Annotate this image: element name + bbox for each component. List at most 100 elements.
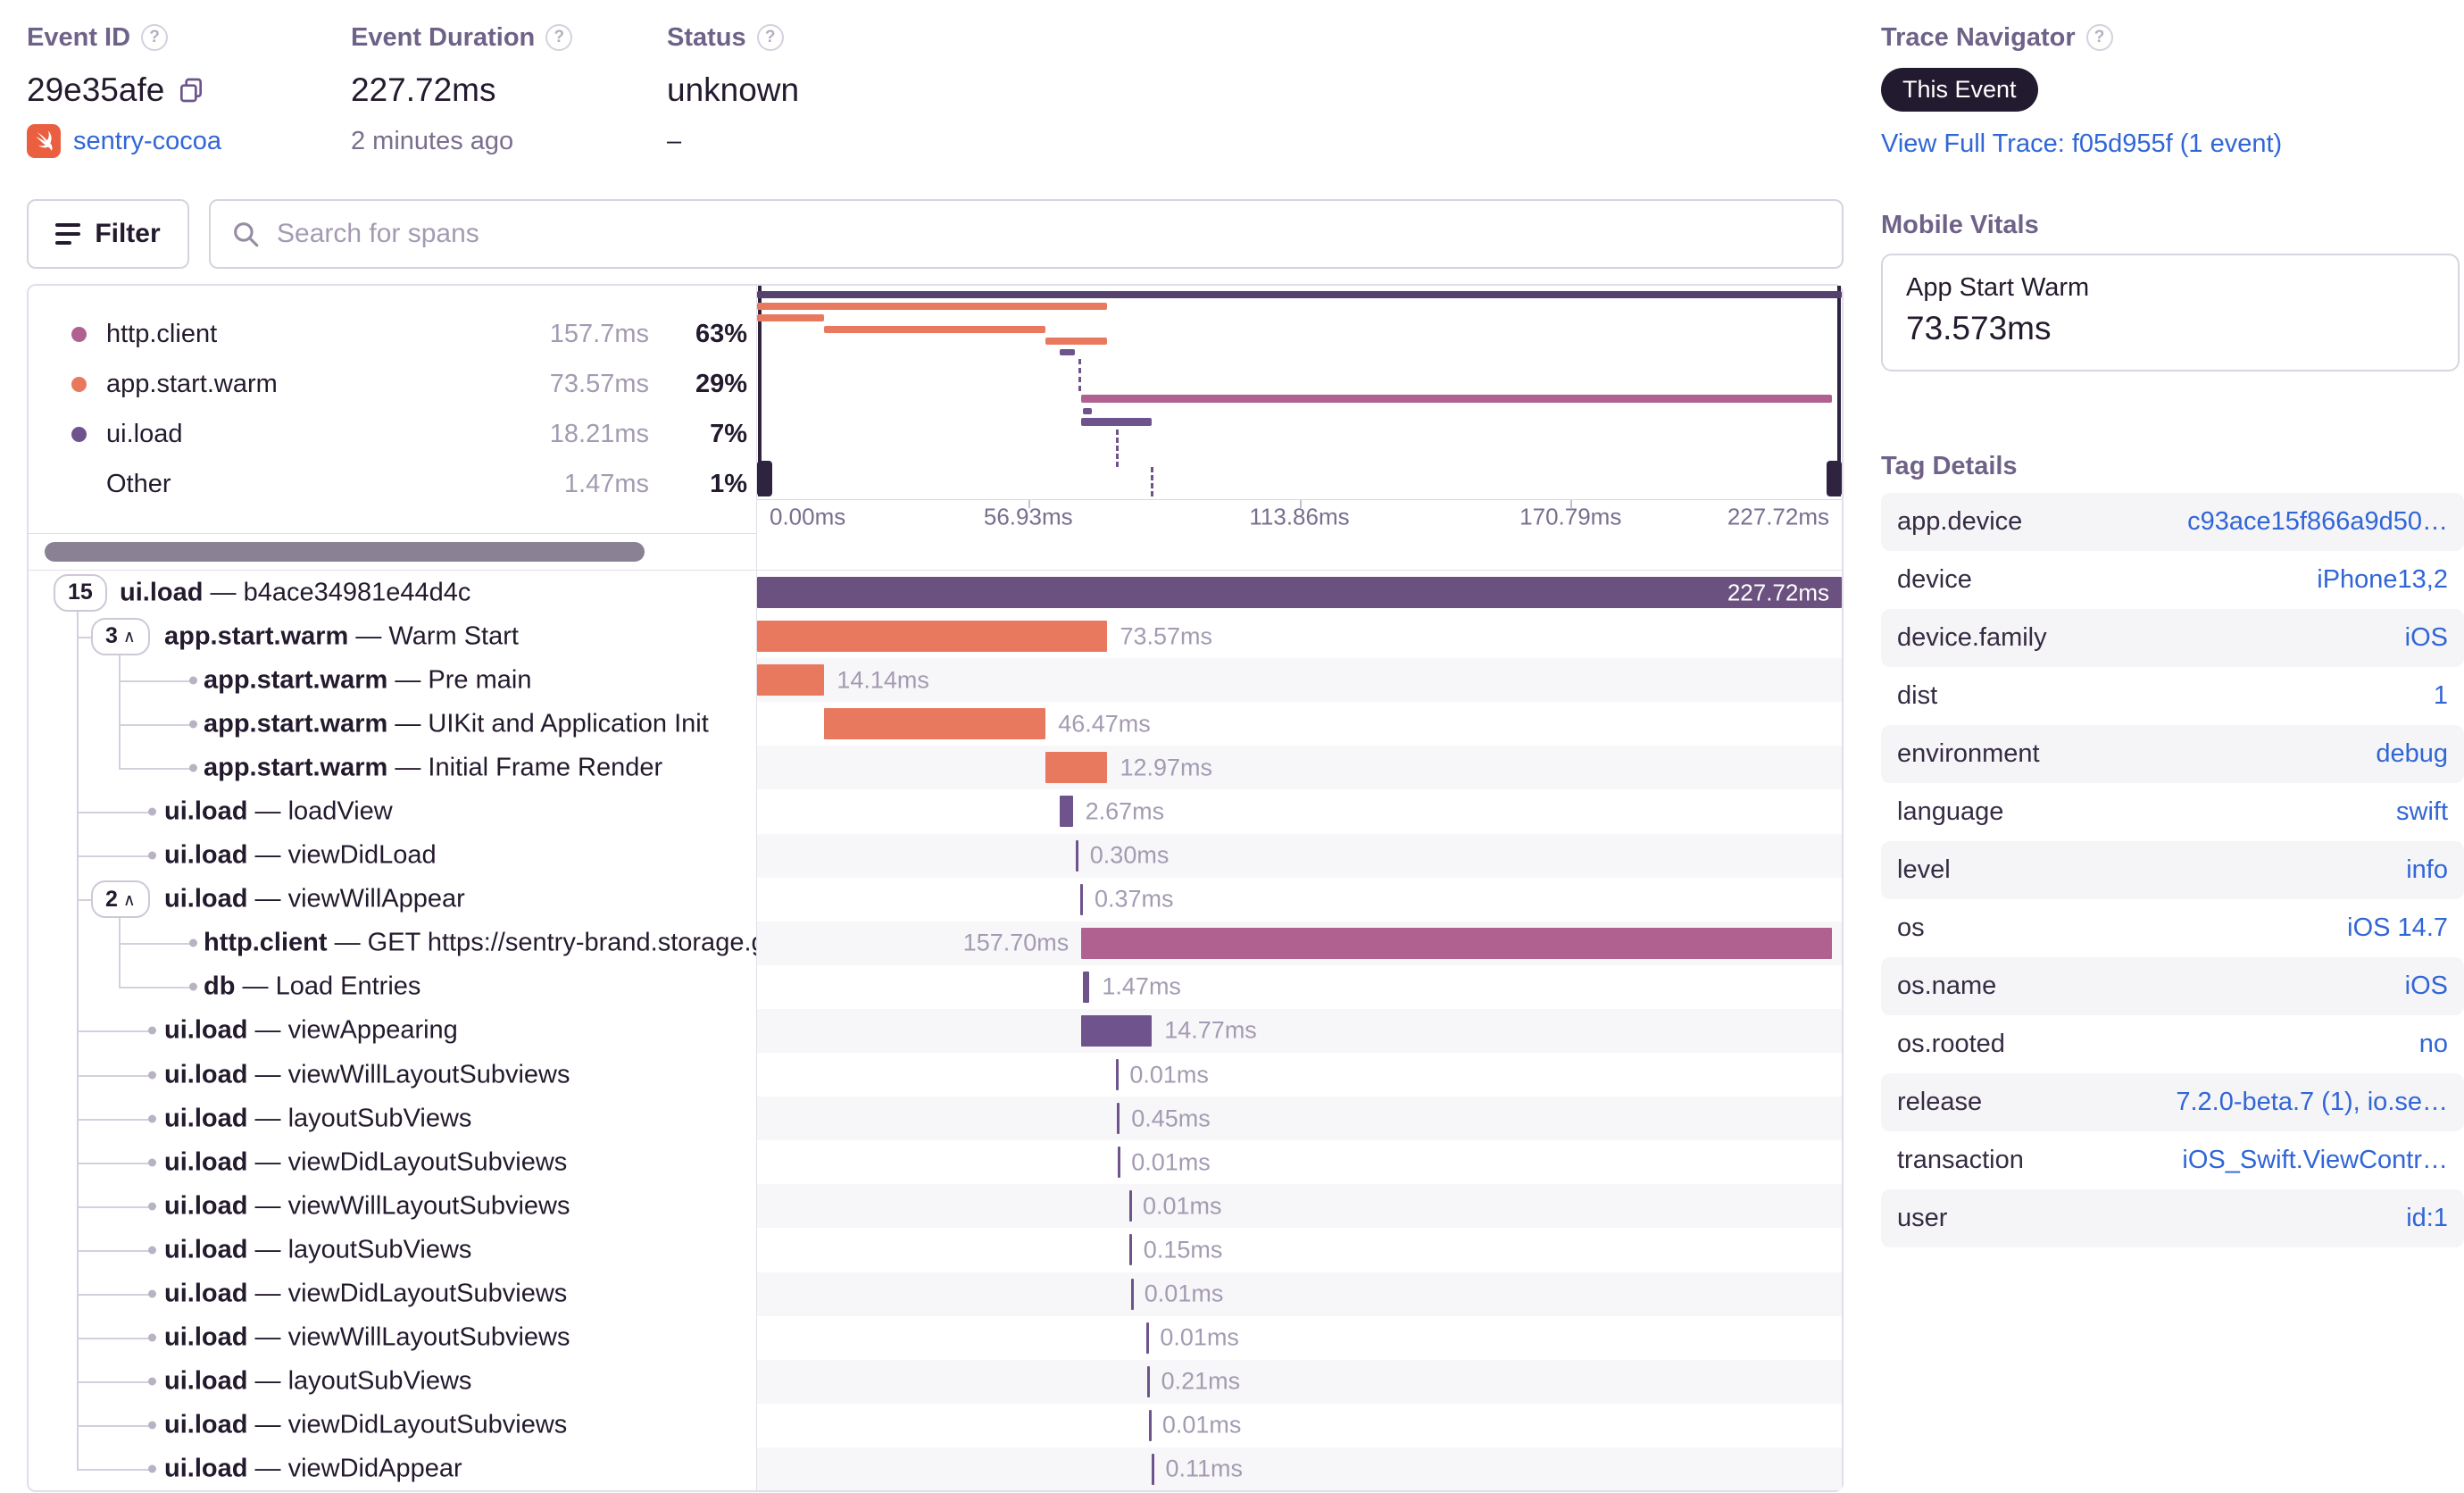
span-separator: — bbox=[348, 621, 389, 651]
span-duration-bar[interactable] bbox=[1116, 1103, 1120, 1135]
span-row[interactable]: ui.load — viewAppearing 14.77ms bbox=[29, 1008, 1842, 1054]
span-duration-bar[interactable] bbox=[1081, 1014, 1153, 1047]
minimap-right-handle[interactable] bbox=[1827, 461, 1842, 496]
span-duration-label: 0.01ms bbox=[1160, 1323, 1239, 1351]
span-tree-cell: ui.load — layoutSubViews bbox=[29, 1097, 757, 1141]
span-separator: — bbox=[247, 1322, 288, 1352]
tag-value-link[interactable]: iOS_Swift.ViewContr… bbox=[2182, 1146, 2448, 1175]
tag-value-link[interactable]: no bbox=[2419, 1030, 2448, 1059]
tree-leaf-dot bbox=[189, 676, 197, 685]
legend-item[interactable]: ui.load 18.21ms 7% bbox=[71, 409, 747, 459]
span-duration-bar[interactable] bbox=[757, 621, 1108, 653]
tag-value-link[interactable]: iOS bbox=[2405, 623, 2448, 653]
span-row[interactable]: ui.load — viewDidLoad 0.30ms bbox=[29, 833, 1842, 878]
span-name: b4ace34981e44d4c bbox=[243, 578, 471, 607]
span-row[interactable]: 2 ∧ ui.load — viewWillAppear 0.37ms bbox=[29, 877, 1842, 922]
span-row[interactable]: ui.load — viewDidLayoutSubviews 0.01ms bbox=[29, 1403, 1842, 1447]
tag-value-link[interactable]: 7.2.0-beta.7 (1), io.se… bbox=[2176, 1088, 2448, 1117]
span-description: ui.load — viewAppearing bbox=[164, 1016, 458, 1046]
span-row[interactable]: ui.load — layoutSubViews 0.15ms bbox=[29, 1228, 1842, 1272]
span-row[interactable]: db — Load Entries 1.47ms bbox=[29, 964, 1842, 1009]
span-operation: db bbox=[204, 972, 236, 1001]
tag-value-link[interactable]: info bbox=[2406, 855, 2448, 885]
trace-navigator-block: Trace Navigator ? This Event View Full T… bbox=[1881, 20, 2282, 162]
span-duration-bar[interactable] bbox=[1130, 1278, 1134, 1310]
help-icon[interactable]: ? bbox=[545, 24, 573, 51]
span-children-toggle[interactable]: 15 bbox=[54, 573, 107, 612]
span-row[interactable]: ui.load — viewDidLayoutSubviews 0.01ms bbox=[29, 1140, 1842, 1185]
span-duration-bar[interactable] bbox=[1076, 839, 1079, 872]
span-waterfall-cell: 227.72ms bbox=[757, 571, 1842, 614]
span-row[interactable]: ui.load — layoutSubViews 0.45ms bbox=[29, 1097, 1842, 1141]
scrollbar-thumb[interactable] bbox=[45, 542, 645, 562]
view-full-trace-link[interactable]: View Full Trace: f05d955f (1 event) bbox=[1881, 129, 2282, 159]
tag-value-link[interactable]: iPhone13,2 bbox=[2317, 565, 2448, 595]
span-duration-bar[interactable] bbox=[1128, 1190, 1132, 1222]
tag-value-link[interactable]: iOS 14.7 bbox=[2347, 913, 2448, 943]
span-duration-bar[interactable] bbox=[1081, 927, 1833, 959]
span-row[interactable]: ui.load — viewWillLayoutSubviews 0.01ms bbox=[29, 1184, 1842, 1229]
tag-value-link[interactable]: iOS bbox=[2405, 972, 2448, 1001]
span-row[interactable]: ui.load — loadView 2.67ms bbox=[29, 789, 1842, 834]
help-icon[interactable]: ? bbox=[2085, 24, 2113, 51]
tag-value-link[interactable]: swift bbox=[2396, 797, 2448, 827]
tag-value-link[interactable]: debug bbox=[2376, 739, 2448, 769]
legend-item[interactable]: app.start.warm 73.57ms 29% bbox=[71, 359, 747, 409]
span-row[interactable]: http.client — GET https://sentry-brand.s… bbox=[29, 921, 1842, 965]
span-row[interactable]: 3 ∧ app.start.warm — Warm Start 73.57ms bbox=[29, 614, 1842, 659]
tree-connector-line bbox=[77, 636, 91, 638]
tree-connector-vertical bbox=[119, 655, 121, 768]
span-duration-bar[interactable] bbox=[1148, 1409, 1152, 1441]
help-icon[interactable]: ? bbox=[141, 24, 169, 51]
span-row[interactable]: ui.load — viewWillLayoutSubviews 0.01ms bbox=[29, 1053, 1842, 1097]
span-separator: — bbox=[247, 1235, 288, 1264]
span-children-toggle[interactable]: 2 ∧ bbox=[91, 880, 150, 919]
span-row[interactable]: 15 ui.load — b4ace34981e44d4c 227.72ms bbox=[29, 571, 1842, 615]
span-children-toggle[interactable]: 3 ∧ bbox=[91, 617, 150, 655]
copy-icon[interactable] bbox=[177, 76, 205, 104]
span-row[interactable]: ui.load — viewWillLayoutSubviews 0.01ms bbox=[29, 1315, 1842, 1360]
tree-leaf-dot bbox=[189, 938, 197, 947]
span-row[interactable]: app.start.warm — UIKit and Application I… bbox=[29, 702, 1842, 746]
span-row[interactable]: app.start.warm — Pre main 14.14ms bbox=[29, 658, 1842, 703]
tree-connector-line bbox=[77, 1205, 150, 1208]
span-duration-bar[interactable] bbox=[1146, 1322, 1150, 1354]
span-row[interactable]: app.start.warm — Initial Frame Render 12.… bbox=[29, 746, 1842, 790]
tree-connector-vertical bbox=[119, 918, 121, 988]
help-icon[interactable]: ? bbox=[756, 24, 784, 51]
span-waterfall-cell: 2.67ms bbox=[757, 789, 1842, 833]
span-duration-bar[interactable] bbox=[1117, 1147, 1120, 1179]
span-duration-bar[interactable] bbox=[1152, 1453, 1155, 1485]
span-duration-bar[interactable] bbox=[1116, 1059, 1120, 1091]
span-duration-bar[interactable] bbox=[824, 708, 1046, 740]
span-name: viewAppearing bbox=[287, 1015, 458, 1045]
span-duration-bar[interactable] bbox=[757, 664, 825, 696]
tag-value-link[interactable]: 1 bbox=[2434, 681, 2448, 711]
span-tree-cell: ui.load — viewWillLayoutSubviews bbox=[29, 1315, 757, 1360]
tag-row: language swift bbox=[1881, 783, 2464, 841]
span-duration-bar[interactable]: 227.72ms bbox=[757, 577, 1842, 608]
span-duration-bar[interactable] bbox=[1080, 883, 1084, 915]
legend-item[interactable]: http.client 157.7ms 63% bbox=[71, 309, 747, 359]
span-row[interactable]: ui.load — layoutSubViews 0.21ms bbox=[29, 1359, 1842, 1404]
span-operation: ui.load bbox=[164, 1191, 248, 1221]
span-operation: ui.load bbox=[164, 1235, 248, 1264]
span-row[interactable]: ui.load — viewDidAppear 0.11ms bbox=[29, 1447, 1842, 1490]
filter-button[interactable]: Filter bbox=[27, 199, 189, 269]
span-duration-bar[interactable] bbox=[1082, 971, 1090, 1003]
tag-key: os.rooted bbox=[1897, 1030, 2005, 1058]
span-duration-label: 0.01ms bbox=[1142, 1192, 1222, 1220]
project-link[interactable]: sentry-cocoa bbox=[73, 127, 221, 156]
legend-item[interactable]: Other 1.47ms 1% bbox=[71, 459, 747, 509]
search-input[interactable] bbox=[275, 218, 1822, 250]
this-event-badge[interactable]: This Event bbox=[1881, 68, 2038, 112]
span-duration-bar[interactable] bbox=[1045, 752, 1108, 784]
span-row[interactable]: ui.load — viewDidLayoutSubviews 0.01ms bbox=[29, 1272, 1842, 1316]
minimap-left-handle[interactable] bbox=[757, 461, 772, 496]
tag-value-link[interactable]: id:1 bbox=[2406, 1204, 2448, 1233]
span-duration-bar[interactable] bbox=[1146, 1365, 1150, 1397]
span-description: db — Load Entries bbox=[204, 972, 420, 1002]
span-duration-bar[interactable] bbox=[1059, 796, 1073, 828]
span-duration-bar[interactable] bbox=[1129, 1234, 1133, 1266]
tag-value-link[interactable]: c93ace15f866a9d50… bbox=[2187, 507, 2448, 537]
